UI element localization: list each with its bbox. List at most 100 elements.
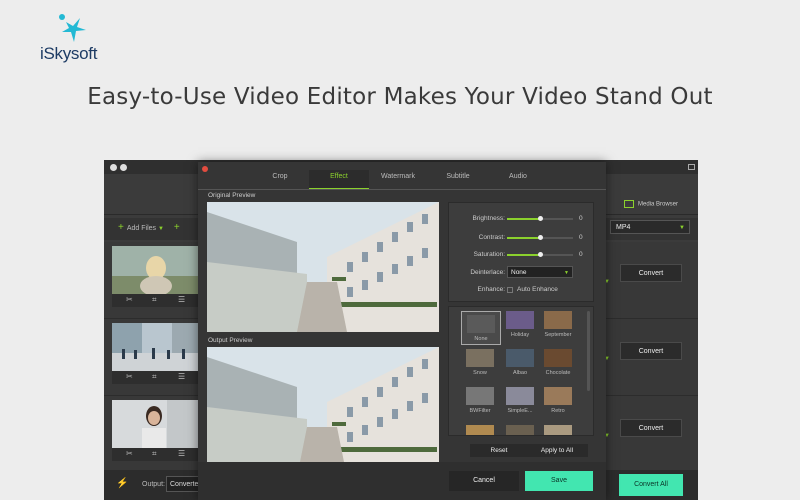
filter-scrollbar[interactable] <box>587 311 590 391</box>
window-close-dot[interactable] <box>110 164 117 171</box>
save-button[interactable]: Save <box>525 471 593 491</box>
video-thumbnail[interactable] <box>112 323 198 371</box>
deinterlace-select[interactable]: None ▼ <box>507 266 573 278</box>
filter-name: SimpleE... <box>507 408 533 414</box>
settings-sliders-icon[interactable]: ☰ <box>178 295 185 304</box>
filter-item[interactable]: Retro <box>539 387 577 414</box>
output-format-select[interactable]: MP4 ▼ <box>610 220 690 234</box>
contrast-value: 0 <box>579 234 583 241</box>
crop-icon[interactable]: ⌗ <box>152 295 157 305</box>
chevron-down-icon: ▼ <box>564 270 569 276</box>
settings-sliders-icon[interactable]: ☰ <box>178 449 185 458</box>
convert-button[interactable]: Convert <box>620 264 682 282</box>
brand-name: iSkysoft <box>40 44 98 63</box>
filter-item[interactable]: Albao <box>501 349 539 376</box>
output-preview-label: Output Preview <box>208 337 253 344</box>
add-icon[interactable]: + <box>174 222 180 233</box>
filter-item[interactable]: Holiday <box>501 311 539 338</box>
apply-to-all-button[interactable]: Apply to All <box>526 444 588 457</box>
filter-thumbnail <box>466 387 494 405</box>
reset-button[interactable]: Reset <box>470 444 528 457</box>
filter-item[interactable]: None <box>461 311 501 345</box>
video-thumbnail[interactable] <box>112 246 198 294</box>
adjustments-panel: Brightness: 0 Contrast: 0 Saturation: 0 … <box>448 202 594 302</box>
filter-item[interactable]: Chocolate <box>539 349 577 376</box>
filter-thumbnail <box>544 311 572 329</box>
scissors-icon[interactable]: ✂ <box>126 372 133 381</box>
dialog-tabs: Crop Effect Watermark Subtitle Audio <box>198 170 606 190</box>
brightness-slider-handle[interactable] <box>538 216 543 221</box>
brightness-slider[interactable] <box>507 216 573 221</box>
filter-item[interactable]: FuzzyImg <box>539 425 577 435</box>
filter-name: Chocolate <box>545 370 571 376</box>
convert-button[interactable]: Convert <box>620 419 682 437</box>
brightness-slider-fill <box>507 218 540 220</box>
convert-button[interactable]: Convert <box>620 342 682 360</box>
tab-audio[interactable]: Audio <box>488 170 548 190</box>
brightness-label: Brightness: <box>472 215 505 222</box>
iskysoft-logo-icon <box>59 14 86 42</box>
filter-name: Snow <box>473 370 487 376</box>
filter-thumbnail <box>544 387 572 405</box>
contrast-slider[interactable] <box>507 235 573 240</box>
add-icon: + <box>118 222 124 233</box>
scissors-icon[interactable]: ✂ <box>126 449 133 458</box>
filter-name: None <box>474 336 488 342</box>
filter-thumbnail <box>466 425 494 435</box>
original-preview-image <box>207 202 439 332</box>
media-browser-label: Media Browser <box>638 201 679 208</box>
thumbnail-tools: ✂ ⌗ ☰ <box>112 448 198 461</box>
filter-name: Albao <box>512 370 528 376</box>
tab-subtitle[interactable]: Subtitle <box>428 170 488 190</box>
deinterlace-label: Deinterlace: <box>470 269 505 276</box>
filter-name: BWFilter <box>469 408 491 414</box>
thumbnail-tools: ✂ ⌗ ☰ <box>112 371 198 384</box>
filter-item[interactable]: SimpleE... <box>501 387 539 414</box>
filter-item[interactable]: Glow <box>461 425 499 435</box>
auto-enhance-label: Auto Enhance <box>517 286 558 293</box>
video-thumbnail[interactable] <box>112 400 198 448</box>
tab-watermark[interactable]: Watermark <box>368 170 428 190</box>
edit-dialog: Crop Effect Watermark Subtitle Audio Ori… <box>198 162 606 500</box>
filter-thumbnail <box>506 425 534 435</box>
filter-thumbnail <box>506 387 534 405</box>
saturation-slider[interactable] <box>507 252 573 257</box>
filter-thumbnail <box>506 311 534 329</box>
filter-item[interactable]: RainDrop <box>501 425 539 435</box>
crop-icon[interactable]: ⌗ <box>152 372 157 382</box>
divider <box>198 189 606 190</box>
thumbnail-tools: ✂ ⌗ ☰ <box>112 294 198 307</box>
crop-icon[interactable]: ⌗ <box>152 449 157 459</box>
settings-sliders-icon[interactable]: ☰ <box>178 372 185 381</box>
filter-thumbnail <box>467 315 495 333</box>
scissors-icon[interactable]: ✂ <box>126 295 133 304</box>
tab-crop[interactable]: Crop <box>250 170 310 190</box>
convert-all-button[interactable]: Convert All <box>619 474 683 496</box>
filter-item[interactable]: Snow <box>461 349 499 376</box>
auto-enhance-checkbox[interactable] <box>507 287 513 293</box>
original-preview-label: Original Preview <box>208 192 256 199</box>
tab-effect[interactable]: Effect <box>309 170 369 190</box>
window-minimize-dot[interactable] <box>120 164 127 171</box>
chat-icon[interactable] <box>688 164 695 170</box>
output-preview-image <box>207 347 439 477</box>
filter-item[interactable]: September <box>539 311 577 338</box>
saturation-slider-handle[interactable] <box>538 252 543 257</box>
bolt-icon[interactable]: ⚡ <box>116 478 128 489</box>
page-headline: Easy-to-Use Video Editor Makes Your Vide… <box>87 84 713 110</box>
saturation-slider-fill <box>507 254 540 256</box>
media-browser-icon <box>624 200 634 208</box>
filter-item[interactable]: BWFilter <box>461 387 499 414</box>
contrast-slider-fill <box>507 237 540 239</box>
contrast-slider-handle[interactable] <box>538 235 543 240</box>
filter-grid: None Holiday September Snow Albao Chocolate BW… <box>448 306 594 436</box>
brightness-value: 0 <box>579 215 583 222</box>
chevron-down-icon: ▼ <box>157 226 164 232</box>
filter-thumbnail <box>544 349 572 367</box>
filter-name: Retro <box>551 408 565 414</box>
add-files-button[interactable]: + Add Files ▼ + <box>118 222 183 233</box>
filter-name: Holiday <box>510 332 530 338</box>
filter-thumbnail <box>466 349 494 367</box>
cancel-button[interactable]: Cancel <box>449 471 519 491</box>
media-browser-button[interactable]: Media Browser <box>624 200 678 208</box>
